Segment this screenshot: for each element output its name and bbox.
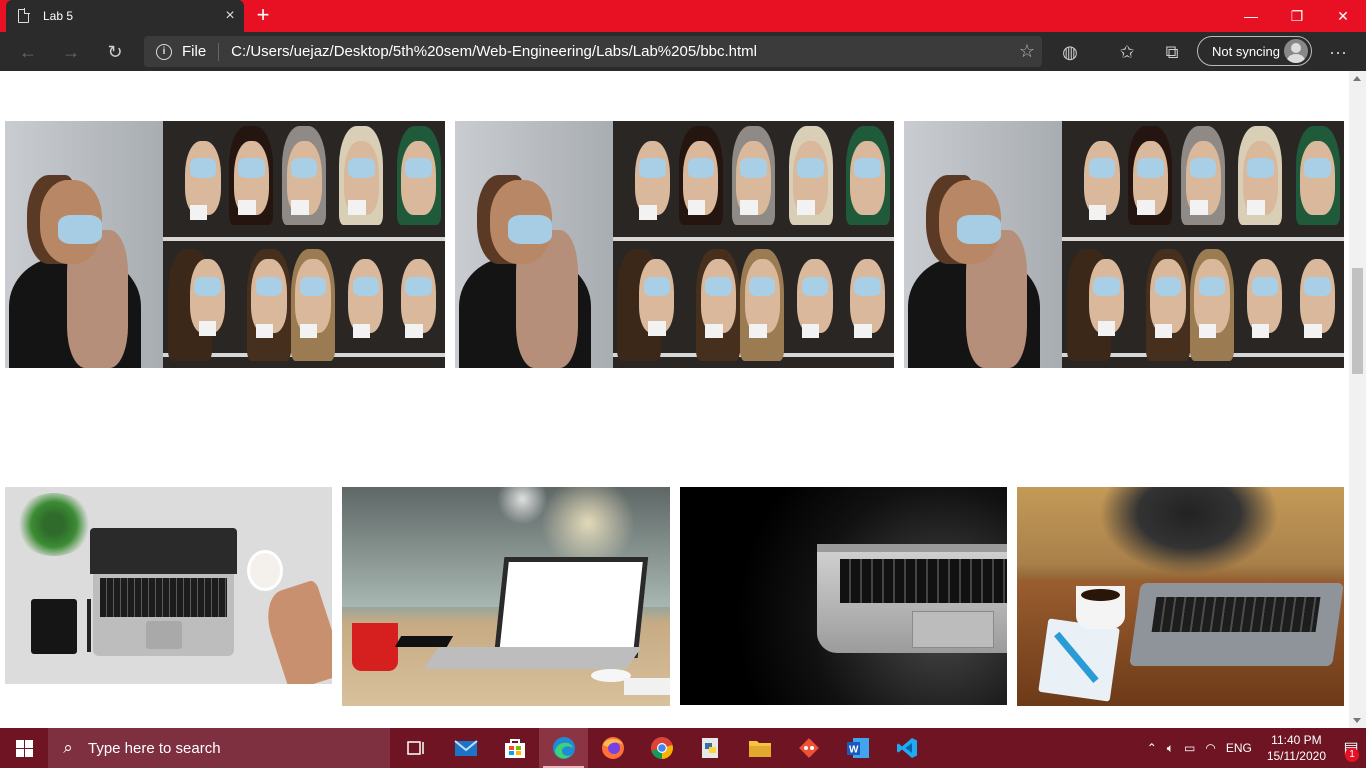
laptop-cafe-photo [1017,487,1344,706]
language-indicator[interactable]: ENG [1226,741,1252,755]
page-content [0,71,1349,728]
info-icon[interactable]: i [156,43,172,60]
wifi-icon[interactable]: ◠ [1205,741,1215,755]
tab-lab5[interactable]: Lab 5 × [6,0,244,32]
store-icon[interactable] [490,728,539,768]
title-bar: Lab 5 × + — ❐ ✕ [0,0,1366,32]
laptop-top-view-photo [5,487,332,684]
close-window-button[interactable]: ✕ [1320,0,1366,32]
clock[interactable]: 11:40 PM 15/11/2020 [1267,732,1326,764]
collections-icon[interactable]: ⧉ [1158,38,1186,66]
notification-badge: 1 [1345,748,1359,762]
edge-icon[interactable] [539,728,588,768]
system-tray: ⌃ 🔈︎ ▭ ◠ ENG 11:40 PM 15/11/2020 ▤ 1 [1142,728,1366,768]
favorite-star-icon[interactable]: ☆ [1012,41,1042,62]
notification-center-icon[interactable]: ▤ 1 [1336,728,1366,768]
search-placeholder: Type here to search [88,739,221,757]
speaker-icon[interactable]: 🔈︎ [1167,741,1174,756]
more-menu-icon[interactable]: ··· [1324,38,1352,66]
maximize-button[interactable]: ❐ [1274,0,1320,32]
back-arrow-icon[interactable]: ← [14,38,42,66]
scheme-label: File [182,43,207,60]
firefox-icon[interactable] [588,728,637,768]
python-icon[interactable] [686,728,735,768]
new-tab-button[interactable]: + [252,4,274,26]
file-explorer-icon[interactable] [735,728,784,768]
mail-icon[interactable] [441,728,490,768]
globe-icon[interactable]: ◍ [1056,38,1084,66]
tab-close-icon[interactable]: × [216,7,244,25]
taskbar: ⌕ Type here to search W ⌃ 🔈︎ ▭ ◠ ENG 11:… [0,728,1366,768]
search-icon: ⌕ [63,738,73,757]
url-text[interactable]: C:/Users/uejaz/Desktop/5th%20sem/Web-Eng… [231,43,1012,60]
minimize-button[interactable]: — [1228,0,1274,32]
forward-arrow-icon[interactable]: → [57,38,85,66]
address-separator [218,42,220,61]
clock-time: 11:40 PM [1271,733,1322,747]
vertical-scrollbar[interactable] [1349,71,1366,728]
scroll-up-icon[interactable] [1353,76,1361,81]
vscode-icon[interactable] [882,728,931,768]
scrollbar-thumb[interactable] [1352,268,1363,374]
profile-sync-button[interactable]: Not syncing [1197,36,1312,66]
clock-date: 15/11/2020 [1266,749,1326,763]
scroll-down-icon[interactable] [1353,718,1361,723]
masked-mannequins-photo-3 [904,121,1344,368]
address-bar[interactable]: i File C:/Users/uejaz/Desktop/5th%20sem/… [144,36,1042,67]
pinned-apps: W [392,728,931,768]
battery-icon[interactable]: ▭ [1184,741,1195,755]
windows-logo-icon [15,739,33,757]
refresh-icon[interactable]: ↻ [101,38,129,66]
avatar [1284,39,1308,63]
tab-title: Lab 5 [43,9,74,23]
masked-mannequins-photo-1 [5,121,445,368]
svg-text:W: W [849,745,859,756]
git-icon[interactable] [784,728,833,768]
chrome-icon[interactable] [637,728,686,768]
window-controls: — ❐ ✕ [1228,0,1366,32]
word-icon[interactable]: W [833,728,882,768]
task-view-icon[interactable] [392,728,441,768]
favorites-icon[interactable]: ✩ [1113,38,1141,66]
masked-mannequins-photo-2 [455,121,894,368]
taskbar-search[interactable]: ⌕ Type here to search [48,728,390,768]
laptop-desk-photo [342,487,670,706]
browser-toolbar: ← → ↻ i File C:/Users/uejaz/Desktop/5th%… [0,32,1366,71]
start-button[interactable] [0,728,48,768]
sync-status-label: Not syncing [1212,43,1280,59]
chevron-up-icon[interactable]: ⌃ [1147,741,1157,755]
page-icon [18,8,30,23]
laptop-dark-photo [680,487,1007,705]
